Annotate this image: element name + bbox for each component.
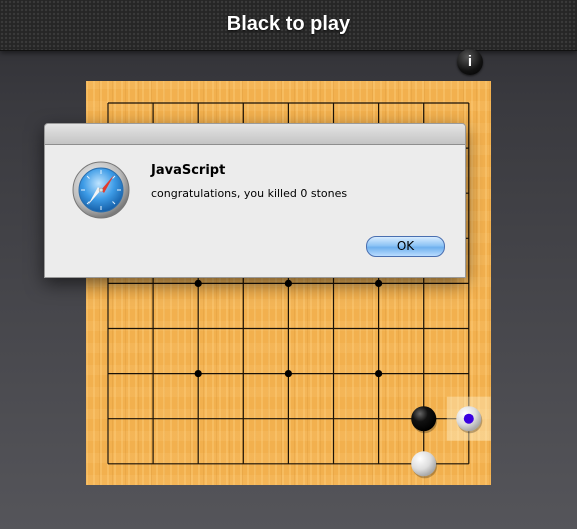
star-point — [375, 370, 383, 378]
white-stone — [446, 396, 491, 441]
white-stone — [411, 451, 438, 479]
star-point — [284, 370, 292, 378]
star-point — [284, 279, 292, 287]
header-bar: Black to play — [0, 0, 577, 51]
alert-dialog: JavaScript congratulations, you killed 0… — [44, 123, 466, 278]
star-point — [194, 279, 202, 287]
dialog-message: congratulations, you killed 0 stones — [151, 187, 348, 200]
info-icon: i — [467, 53, 473, 70]
safari-compass-icon — [72, 161, 130, 219]
last-move-marker — [463, 413, 474, 424]
page-title: Black to play — [226, 13, 351, 35]
star-point — [375, 279, 383, 287]
dialog-titlebar[interactable] — [45, 124, 465, 145]
info-button[interactable]: i — [457, 49, 483, 75]
dialog-title: JavaScript — [151, 163, 226, 178]
ok-button[interactable]: OK — [366, 236, 445, 257]
black-stone — [411, 406, 438, 434]
star-point — [194, 370, 202, 378]
